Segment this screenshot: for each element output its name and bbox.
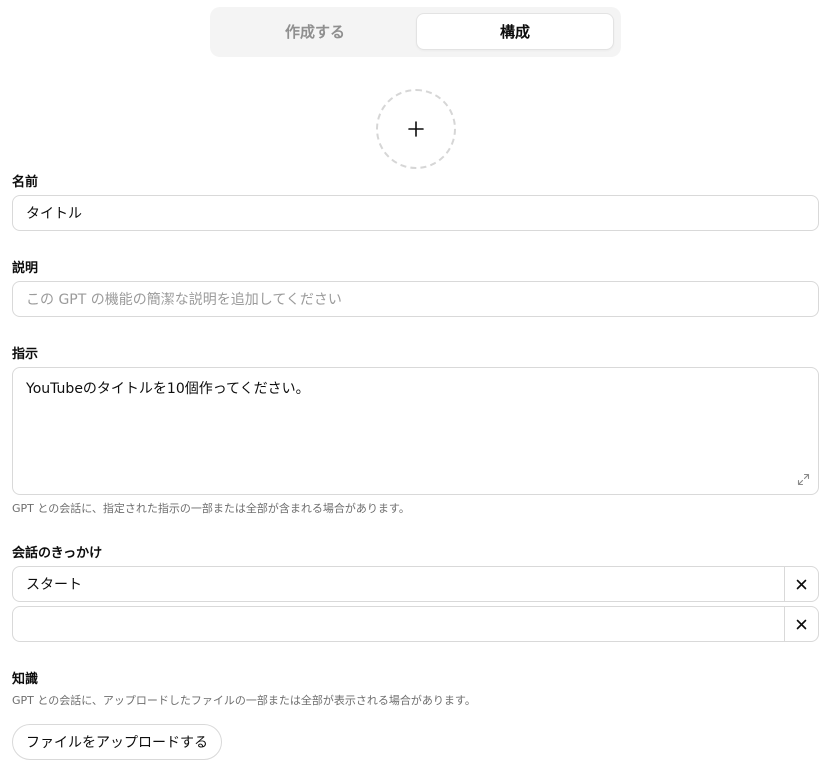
remove-starter-button[interactable] <box>784 607 818 641</box>
instructions-hint: GPT との会話に、指定された指示の一部または全部が含まれる場合があります。 <box>12 502 410 515</box>
close-icon <box>796 619 807 629</box>
avatar-upload-button[interactable] <box>376 89 456 169</box>
tab-create[interactable]: 作成する <box>216 13 414 50</box>
plus-icon <box>408 121 424 137</box>
instructions-textarea[interactable]: YouTubeのタイトルを10個作ってください。 <box>12 367 819 495</box>
remove-starter-button[interactable] <box>784 567 818 601</box>
knowledge-label: 知識 <box>12 672 39 687</box>
conversation-starters-label: 会話のきっかけ <box>12 546 103 561</box>
conversation-starter-row: スタート <box>12 566 819 602</box>
conversation-starter-row <box>12 606 819 642</box>
instructions-text: YouTubeのタイトルを10個作ってください。 <box>26 381 310 397</box>
description-label: 説明 <box>12 261 39 276</box>
instructions-label: 指示 <box>12 347 39 362</box>
close-icon <box>796 579 807 589</box>
name-label: 名前 <box>12 175 39 190</box>
expand-icon[interactable] <box>797 473 810 486</box>
knowledge-hint: GPT との会話に、アップロードしたファイルの一部または全部が表示される場合があ… <box>12 694 476 707</box>
description-input[interactable]: この GPT の機能の簡潔な説明を追加してください <box>12 281 819 317</box>
mode-tabs: 作成する 構成 <box>210 7 621 57</box>
conversation-starter-input[interactable] <box>13 607 784 641</box>
name-input[interactable]: タイトル <box>12 195 819 231</box>
upload-files-button[interactable]: ファイルをアップロードする <box>12 724 222 760</box>
conversation-starter-input[interactable]: スタート <box>13 567 784 601</box>
tab-configure[interactable]: 構成 <box>416 13 614 50</box>
